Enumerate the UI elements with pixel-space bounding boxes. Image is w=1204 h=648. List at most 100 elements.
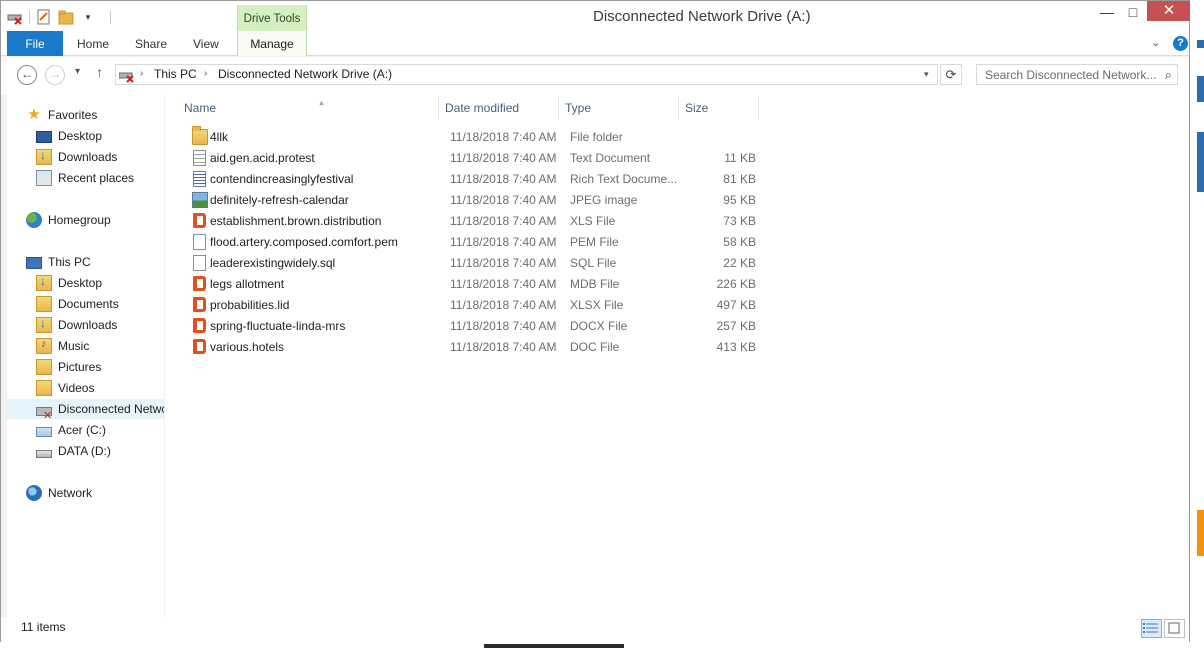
sort-ascending-icon: ▲: [318, 100, 325, 107]
music-icon: [36, 338, 52, 354]
file-row[interactable]: flood.artery.composed.comfort.pem 11/18/2…: [182, 232, 762, 253]
column-header-date-modified[interactable]: Date modified: [445, 101, 519, 115]
breadcrumb-chevron-icon[interactable]: ›: [140, 68, 143, 79]
pictures-icon: [36, 359, 52, 375]
file-date-modified: 11/18/2018 7:40 AM: [450, 256, 557, 270]
file-row[interactable]: probabilities.lid 11/18/2018 7:40 AM XLSX …: [182, 295, 762, 316]
system-drive-icon: [36, 426, 52, 437]
nav-this-pc-desktop[interactable]: Desktop: [36, 273, 102, 293]
expand-ribbon-icon[interactable]: ⌄: [1151, 36, 1160, 49]
nav-label: Downloads: [58, 318, 118, 332]
tab-home[interactable]: Home: [77, 31, 109, 56]
up-button[interactable]: ↑: [96, 64, 103, 80]
file-name: aid.gen.acid.protest: [210, 151, 315, 165]
search-input[interactable]: Search Disconnected Network...: [985, 68, 1156, 82]
nav-label: Disconnected Netwo: [58, 402, 165, 416]
nav-drive-d[interactable]: DATA (D:): [36, 441, 111, 461]
rich-text-document-icon: [193, 171, 206, 187]
address-bar[interactable]: › This PC › Disconnected Network Drive (…: [115, 64, 938, 85]
file-row[interactable]: 4llk 11/18/2018 7:40 AM File folder: [182, 126, 762, 148]
tab-manage[interactable]: Manage: [237, 31, 307, 56]
close-button[interactable]: ✕: [1147, 1, 1191, 21]
column-header-name[interactable]: Name ▲: [184, 100, 325, 115]
nav-favorites-recent-places[interactable]: Recent places: [36, 168, 134, 188]
file-name: spring-fluctuate-linda-mrs: [210, 319, 346, 333]
file-row[interactable]: legs allotment 11/18/2018 7:40 AM MDB File…: [182, 274, 762, 295]
back-button[interactable]: ←: [17, 65, 37, 85]
file-name: leaderexistingwidely.sql: [210, 256, 336, 270]
background-accent: [1197, 510, 1204, 556]
file-name: probabilities.lid: [210, 298, 290, 312]
tab-share[interactable]: Share: [135, 31, 167, 56]
file-type: DOCX File: [570, 319, 628, 333]
large-icons-view-icon: [1168, 622, 1180, 634]
network-drive-icon[interactable]: [7, 9, 23, 25]
search-box[interactable]: Search Disconnected Network... ⌕: [976, 64, 1178, 85]
file-row[interactable]: definitely-refresh-calendar 11/18/2018 7:…: [182, 190, 762, 211]
breadcrumb-this-pc[interactable]: This PC: [154, 67, 197, 81]
file-date-modified: 11/18/2018 7:40 AM: [450, 235, 557, 249]
large-icons-view-button[interactable]: [1164, 619, 1185, 638]
tab-file[interactable]: File: [7, 31, 63, 56]
nav-this-pc-downloads[interactable]: Downloads: [36, 315, 117, 335]
homegroup-icon: [26, 212, 42, 228]
nav-this-pc-videos[interactable]: Videos: [36, 378, 94, 398]
ribbon-tabs: File Home Share View Manage ⌄ ?: [1, 31, 1189, 56]
status-bar: 11 items: [1, 618, 1189, 642]
nav-this-pc[interactable]: This PC: [26, 252, 91, 272]
address-dropdown-icon[interactable]: ▾: [924, 69, 929, 80]
file-date-modified: 11/18/2018 7:40 AM: [450, 319, 557, 333]
file-size: 497 KB: [716, 298, 756, 312]
desktop-icon: [36, 131, 52, 143]
details-view-button[interactable]: [1141, 619, 1162, 638]
text-document-icon: [193, 150, 206, 166]
minimize-button[interactable]: —: [1093, 1, 1121, 23]
breadcrumb-chevron-icon[interactable]: ›: [204, 68, 207, 79]
properties-icon[interactable]: [36, 9, 52, 25]
navigation-pane: ★ Favorites Desktop Downloads Recent pla…: [7, 94, 165, 618]
column-label: Name: [184, 101, 217, 115]
column-divider[interactable]: [678, 96, 679, 120]
help-icon[interactable]: ?: [1173, 36, 1188, 51]
file-row[interactable]: establishment.brown.distribution 11/18/20…: [182, 211, 762, 232]
file-row[interactable]: spring-fluctuate-linda-mrs 11/18/2018 7:4…: [182, 316, 762, 337]
blank-file-icon: [193, 255, 206, 271]
file-list: Name ▲ Date modified Type Size 4llk 11/18…: [172, 94, 1189, 618]
maximize-button[interactable]: □: [1119, 1, 1147, 23]
hard-drive-icon: [36, 449, 52, 458]
file-date-modified: 11/18/2018 7:40 AM: [450, 130, 557, 144]
column-divider[interactable]: [558, 96, 559, 120]
nav-favorites[interactable]: ★ Favorites: [26, 105, 97, 125]
column-header-type[interactable]: Type: [565, 101, 591, 115]
breadcrumb-current-drive[interactable]: Disconnected Network Drive (A:): [218, 67, 392, 81]
recent-locations-icon[interactable]: ▾: [75, 66, 80, 77]
file-type: Rich Text Docume...: [570, 172, 678, 186]
nav-disconnected-network-drive[interactable]: Disconnected Netwo: [7, 399, 165, 422]
refresh-button[interactable]: ⟳: [940, 64, 962, 85]
customize-qat-icon[interactable]: ▾: [80, 9, 96, 25]
file-row[interactable]: aid.gen.acid.protest 11/18/2018 7:40 AM Te…: [182, 148, 762, 169]
column-divider[interactable]: [758, 96, 759, 120]
nav-this-pc-documents[interactable]: Documents: [36, 294, 119, 314]
column-divider[interactable]: [438, 96, 439, 120]
forward-button[interactable]: →: [45, 65, 65, 85]
nav-label: Pictures: [58, 360, 102, 374]
tab-view[interactable]: View: [193, 31, 219, 56]
nav-network[interactable]: Network: [26, 483, 92, 503]
nav-favorites-downloads[interactable]: Downloads: [36, 147, 117, 167]
nav-this-pc-pictures[interactable]: Pictures: [36, 357, 101, 377]
file-date-modified: 11/18/2018 7:40 AM: [450, 277, 557, 291]
nav-homegroup[interactable]: Homegroup: [26, 210, 111, 230]
office-icon: [193, 213, 206, 228]
nav-this-pc-music[interactable]: Music: [36, 336, 89, 356]
search-icon[interactable]: ⌕: [1165, 67, 1172, 83]
nav-label: Desktop: [58, 276, 103, 290]
nav-drive-c[interactable]: Acer (C:): [36, 420, 106, 440]
new-folder-icon[interactable]: [58, 9, 74, 25]
file-row[interactable]: contendincreasinglyfestival 11/18/2018 7:…: [182, 169, 762, 190]
folder-icon: [192, 126, 208, 145]
file-row[interactable]: leaderexistingwidely.sql 11/18/2018 7:40 …: [182, 253, 762, 274]
column-header-size[interactable]: Size: [685, 101, 708, 115]
nav-favorites-desktop[interactable]: Desktop: [36, 126, 102, 146]
file-row[interactable]: various.hotels 11/18/2018 7:40 AM DOC File…: [182, 337, 762, 358]
